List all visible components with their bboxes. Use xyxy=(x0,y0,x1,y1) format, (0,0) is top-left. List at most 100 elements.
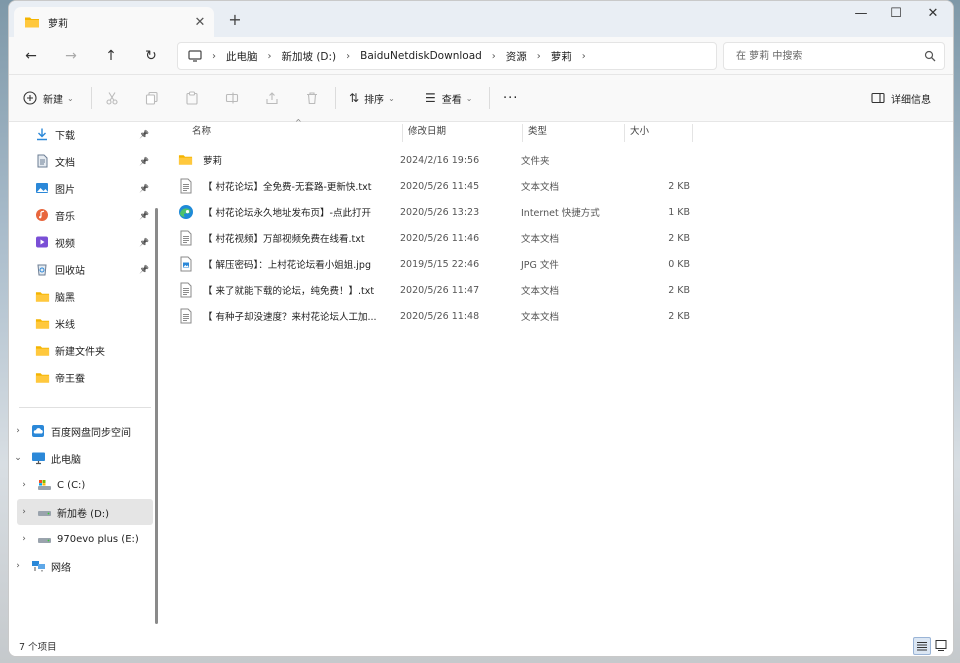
details-pane-button[interactable]: 详细信息 xyxy=(871,87,931,109)
pin-icon[interactable]: 📌 xyxy=(139,157,149,166)
pin-icon[interactable]: 📌 xyxy=(139,265,149,274)
file-date: 2024/2/16 19:56 xyxy=(400,154,480,166)
sidebar-scrollbar[interactable] xyxy=(155,208,158,624)
view-button[interactable]: ☰ 查看 ⌄ xyxy=(425,87,472,109)
breadcrumb-this-pc[interactable]: 此电脑 xyxy=(226,49,258,64)
sidebar-item-quick[interactable]: 文档 📌 xyxy=(35,150,149,172)
chevron-right-icon[interactable]: › xyxy=(17,507,31,517)
chevron-right-icon[interactable]: › xyxy=(17,480,31,490)
close-window-button[interactable]: ✕ xyxy=(913,1,953,29)
sidebar-item-quick[interactable]: 图片 📌 xyxy=(35,177,149,199)
back-button[interactable]: ← xyxy=(19,45,43,67)
title-bar: 萝莉 ✕ + — ☐ ✕ xyxy=(9,1,953,37)
chevron-right-icon[interactable]: › xyxy=(11,426,25,436)
sidebar-item-quick[interactable]: 米线 xyxy=(35,312,149,334)
sidebar-item-label: 回收站 xyxy=(55,265,85,277)
rename-button[interactable] xyxy=(225,87,239,109)
delete-button[interactable] xyxy=(305,87,319,109)
sidebar-item-tree[interactable]: › 网络 xyxy=(11,555,143,577)
sidebar-item-quick[interactable]: 帝王蚕 xyxy=(35,366,149,388)
sidebar-item-quick[interactable]: 新建文件夹 xyxy=(35,339,149,361)
new-button[interactable]: 新建 ⌄ xyxy=(23,87,74,109)
file-row[interactable]: 萝莉 2024/2/16 19:56 文件夹 xyxy=(178,148,690,172)
file-name: 【 解压密码】：上村花论坛看小姐姐.jpg xyxy=(203,260,371,271)
copy-icon xyxy=(145,91,158,105)
new-button-label: 新建 xyxy=(43,94,63,106)
recycle-bin-icon xyxy=(35,262,51,276)
sidebar-item-label: 新加卷 (D:) xyxy=(57,508,110,520)
file-row[interactable]: 【 村花视频】万部视频免费在线看.txt 2020/5/26 11:46 文本文档 2… xyxy=(178,226,690,250)
sidebar-item-quick[interactable]: 脑黑 xyxy=(35,285,149,307)
new-tab-button[interactable]: + xyxy=(224,10,246,30)
sidebar-item-tree[interactable]: ⌄ 此电脑 xyxy=(11,447,143,469)
sidebar-item-tree[interactable]: › C (C:) xyxy=(17,474,143,496)
sidebar-item-tree[interactable]: › 新加卷 (D:) xyxy=(17,499,153,525)
address-bar[interactable]: › 此电脑 › 新加坡 (D:) › BaiduNetdiskDownload … xyxy=(177,42,717,70)
copy-button[interactable] xyxy=(145,87,159,109)
sidebar-item-quick[interactable]: 下载 📌 xyxy=(35,123,149,145)
search-icon xyxy=(924,50,936,62)
file-size: 2 KB xyxy=(668,180,690,192)
breadcrumb-current[interactable]: 萝莉 xyxy=(551,49,572,64)
paste-button[interactable] xyxy=(185,87,199,109)
file-row[interactable]: 【 有种子却没速度？来村花论坛人工加... 2020/5/26 11:48 文本文档… xyxy=(178,304,690,328)
column-header-type[interactable]: 类型 xyxy=(528,122,547,144)
column-header-date[interactable]: 修改日期 xyxy=(408,122,446,144)
more-options-button[interactable]: ··· xyxy=(503,87,518,109)
column-header-name[interactable]: 名称 xyxy=(192,122,211,144)
column-separator[interactable] xyxy=(692,124,693,142)
sidebar-item-tree[interactable]: › 970evo plus (E:) xyxy=(17,528,143,550)
details-view-button[interactable] xyxy=(913,637,931,655)
text-file-icon xyxy=(178,178,194,194)
file-row[interactable]: 【 村花论坛永久地址发布页】-点此打开 2020/5/26 13:23 Intern… xyxy=(178,200,690,224)
file-type: 文本文档 xyxy=(521,286,560,297)
chevron-down-icon: ⌄ xyxy=(388,93,395,103)
file-row[interactable]: 【 解压密码】：上村花论坛看小姐姐.jpg 2019/5/15 22:46 JPG … xyxy=(178,252,690,276)
chevron-right-icon[interactable]: › xyxy=(582,51,586,62)
file-row[interactable]: 【 村花论坛】全免费-无套路-更新快.txt 2020/5/26 11:45 文本文… xyxy=(178,174,690,198)
tiles-view-button[interactable] xyxy=(933,637,949,653)
search-box[interactable] xyxy=(723,42,945,70)
sidebar-item-quick[interactable]: 音乐 📌 xyxy=(35,204,149,226)
column-separator[interactable] xyxy=(402,124,403,142)
details-pane-label: 详细信息 xyxy=(891,94,931,106)
sidebar-item-quick[interactable]: 回收站 📌 xyxy=(35,258,149,280)
maximize-button[interactable]: ☐ xyxy=(876,1,916,29)
breadcrumb-drive-d[interactable]: 新加坡 (D:) xyxy=(282,49,337,64)
pin-icon[interactable]: 📌 xyxy=(139,238,149,247)
rename-icon xyxy=(225,92,239,104)
folder-icon xyxy=(35,343,51,358)
pin-icon[interactable]: 📌 xyxy=(139,211,149,220)
pin-icon[interactable]: 📌 xyxy=(139,130,149,139)
breadcrumb-resources[interactable]: 资源 xyxy=(506,49,527,64)
pin-icon[interactable]: 📌 xyxy=(139,184,149,193)
chevron-right-icon[interactable]: › xyxy=(11,561,25,571)
document-icon xyxy=(35,154,51,168)
sidebar-item-tree[interactable]: › 百度网盘同步空间 xyxy=(11,420,143,442)
minimize-button[interactable]: — xyxy=(841,1,881,29)
sidebar-item-label: 新建文件夹 xyxy=(55,346,105,358)
drive-icon xyxy=(37,532,53,546)
refresh-button[interactable]: ↻ xyxy=(139,45,163,67)
chevron-right-icon[interactable]: › xyxy=(17,534,31,544)
column-header-size[interactable]: 大小 xyxy=(630,122,649,144)
tab-current[interactable]: 萝莉 ✕ xyxy=(14,7,214,37)
column-separator[interactable] xyxy=(624,124,625,142)
image-file-icon xyxy=(178,256,194,272)
share-button[interactable] xyxy=(265,87,279,109)
file-row[interactable]: 【 来了就能下载的论坛，纯免费！】.txt 2020/5/26 11:47 文本文档… xyxy=(178,278,690,302)
file-type: 文本文档 xyxy=(521,234,560,245)
tab-label: 萝莉 xyxy=(48,18,68,30)
breadcrumb-baidu-download[interactable]: BaiduNetdiskDownload xyxy=(360,50,482,62)
search-input[interactable] xyxy=(734,49,924,63)
cut-button[interactable] xyxy=(105,87,119,109)
sidebar-item-quick[interactable]: 视频 📌 xyxy=(35,231,149,253)
column-separator[interactable] xyxy=(522,124,523,142)
chevron-right-icon: › xyxy=(536,50,541,62)
toolbar-divider xyxy=(489,87,490,109)
sort-button[interactable]: ⇅ 排序 ⌄ xyxy=(349,87,395,109)
up-button[interactable]: ↑ xyxy=(99,45,123,67)
forward-button[interactable]: → xyxy=(59,45,83,67)
close-tab-icon[interactable]: ✕ xyxy=(190,15,210,30)
chevron-down-icon[interactable]: ⌄ xyxy=(11,453,25,463)
